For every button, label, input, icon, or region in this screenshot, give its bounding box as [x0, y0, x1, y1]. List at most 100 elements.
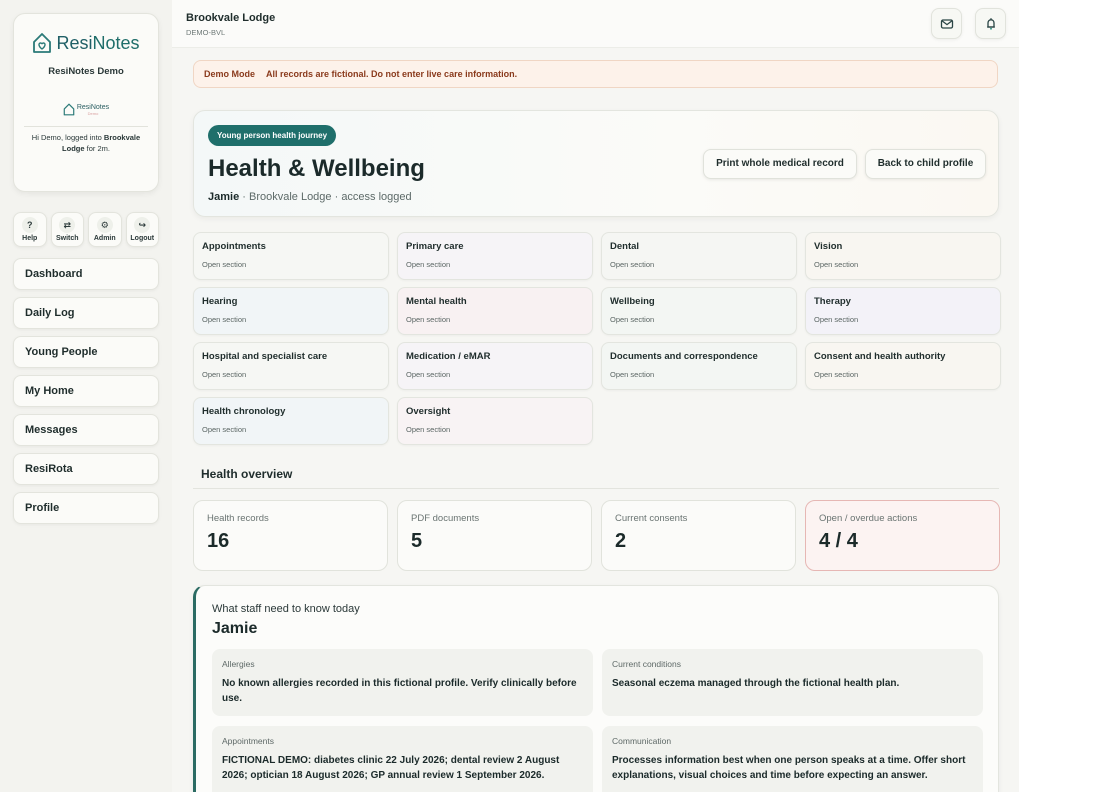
- house-heart-icon: [33, 33, 52, 53]
- help-label: Help: [22, 235, 38, 242]
- nav-item-young-people[interactable]: Young People: [13, 336, 159, 368]
- section-open-link: Open section: [202, 370, 247, 379]
- section-card-chronology[interactable]: Health chronology Open section: [193, 397, 389, 445]
- section-card-documents[interactable]: Documents and correspondence Open section: [601, 342, 797, 390]
- nav-item-my-home[interactable]: My Home: [13, 375, 159, 407]
- section-open-link: Open section: [406, 260, 451, 269]
- switch-button[interactable]: ⇄ Switch: [50, 212, 84, 247]
- section-open-link: Open section: [406, 425, 451, 434]
- page-title: Health & Wellbeing: [208, 155, 425, 182]
- house-heart-icon: [63, 103, 75, 116]
- info-value: FICTIONAL DEMO: diabetes clinic 22 July …: [222, 755, 560, 781]
- section-grid: Appointments Open section Primary care Ope…: [193, 232, 1001, 445]
- section-title: Mental health: [406, 296, 467, 307]
- logout-label: Logout: [130, 235, 155, 242]
- top-bar: Brookvale Lodge DEMO-BVL: [172, 0, 1019, 48]
- divider: [24, 126, 148, 127]
- mini-brand-text: ResiNotes Demo: [77, 104, 109, 116]
- org-name: ResiNotes Demo: [48, 66, 124, 77]
- mini-brand-name: ResiNotes: [76, 103, 110, 111]
- person-name: Jamie: [212, 620, 258, 637]
- bell-icon: [986, 17, 995, 30]
- section-card-oversight[interactable]: Oversight Open section: [397, 397, 593, 445]
- section-title: Appointments: [202, 241, 266, 252]
- info-label: Communication: [612, 736, 672, 746]
- section-card-primary-care[interactable]: Primary care Open section: [397, 232, 593, 280]
- back-to-child-profile-button[interactable]: Back to child profile: [865, 149, 986, 179]
- stat-label: PDF documents: [411, 513, 480, 524]
- nav-item-daily-log[interactable]: Daily Log: [13, 297, 159, 329]
- section-card-hospital[interactable]: Hospital and specialist care Open section: [193, 342, 389, 390]
- panel-label: What staff need to know today: [212, 603, 360, 615]
- nav-item-dashboard[interactable]: Dashboard: [13, 258, 159, 290]
- section-title: Primary care: [406, 241, 464, 252]
- section-title: Health chronology: [202, 406, 286, 417]
- info-cell-appointments: Appointments FICTIONAL DEMO: diabetes cli…: [212, 726, 593, 792]
- section-title: Documents and correspondence: [610, 351, 758, 362]
- info-cell-communication: Communication Processes information best …: [602, 726, 983, 792]
- section-title: Oversight: [406, 406, 451, 417]
- stat-card-health-records[interactable]: Health records 16: [193, 500, 388, 571]
- section-card-mental-health[interactable]: Mental health Open section: [397, 287, 593, 335]
- stat-card-open-overdue-actions[interactable]: Open / overdue actions 4 / 4: [805, 500, 1000, 571]
- overview-stats: Health records 16 PDF documents 5 Current …: [193, 500, 1000, 571]
- login-prefix: Hi Demo, logged into: [31, 133, 104, 142]
- logout-icon: ↪: [134, 217, 151, 233]
- stat-label: Health records: [207, 513, 269, 524]
- staff-need-to-know-panel: What staff need to know today Jamie Alle…: [193, 585, 999, 792]
- section-title: Hospital and specialist care: [202, 351, 328, 362]
- section-title: Therapy: [814, 296, 851, 307]
- demo-mode-label: Demo Mode: [204, 69, 256, 79]
- stat-value: 2: [615, 530, 627, 552]
- info-label: Allergies: [222, 659, 255, 669]
- help-button[interactable]: ? Help: [13, 212, 47, 247]
- section-title: Consent and health authority: [814, 351, 946, 362]
- stat-value: 16: [207, 530, 230, 552]
- messages-button[interactable]: [931, 8, 962, 39]
- section-open-link: Open section: [814, 260, 859, 269]
- section-card-hearing[interactable]: Hearing Open section: [193, 287, 389, 335]
- stat-card-current-consents[interactable]: Current consents 2: [601, 500, 796, 571]
- switch-icon: ⇄: [59, 217, 76, 233]
- stat-label: Open / overdue actions: [819, 513, 918, 524]
- stat-card-pdf-documents[interactable]: PDF documents 5: [397, 500, 592, 571]
- section-open-link: Open section: [610, 315, 655, 324]
- person-name: Jamie: [208, 191, 240, 203]
- section-title: Wellbeing: [610, 296, 655, 307]
- logout-button[interactable]: ↪ Logout: [125, 212, 159, 247]
- section-title: Hearing: [202, 296, 238, 307]
- section-card-consent[interactable]: Consent and health authority Open section: [805, 342, 1001, 390]
- notifications-button[interactable]: [975, 8, 1006, 39]
- section-open-link: Open section: [406, 315, 451, 324]
- nav-item-messages[interactable]: Messages: [13, 414, 159, 446]
- quick-actions: ? Help ⇄ Switch ⚙ Admin ↪ Logout: [13, 212, 159, 247]
- section-card-dental[interactable]: Dental Open section: [601, 232, 797, 280]
- brand-card: ResiNotes ResiNotes Demo ResiNotes Demo H…: [13, 13, 159, 192]
- section-card-wellbeing[interactable]: Wellbeing Open section: [601, 287, 797, 335]
- main-nav: Dashboard Daily Log Young People My Home…: [13, 258, 159, 531]
- section-open-link: Open section: [610, 370, 655, 379]
- section-open-link: Open section: [202, 425, 247, 434]
- print-medical-record-button[interactable]: Print whole medical record: [703, 149, 857, 179]
- health-hero: Young person health journey Health & Wel…: [193, 110, 999, 217]
- brand-logo[interactable]: ResiNotes: [14, 32, 158, 54]
- section-card-medication[interactable]: Medication / eMAR Open section: [397, 342, 593, 390]
- nav-item-resirota[interactable]: ResiRota: [13, 453, 159, 485]
- admin-button[interactable]: ⚙ Admin: [88, 212, 122, 247]
- help-icon: ?: [21, 217, 38, 233]
- section-card-appointments[interactable]: Appointments Open section: [193, 232, 389, 280]
- section-card-vision[interactable]: Vision Open section: [805, 232, 1001, 280]
- demo-mode-text: All records are fictional. Do not enter …: [266, 69, 518, 79]
- mini-logo: ResiNotes Demo: [14, 103, 158, 116]
- nav-item-profile[interactable]: Profile: [13, 492, 159, 524]
- stat-label: Current consents: [615, 513, 688, 524]
- login-status: Hi Demo, logged into Brookvale Lodge for…: [14, 133, 158, 154]
- brand-name-part2: Notes: [92, 32, 140, 53]
- section-open-link: Open section: [610, 260, 655, 269]
- section-card-therapy[interactable]: Therapy Open section: [805, 287, 1001, 335]
- hero-subtitle: Jamie · Brookvale Lodge · access logged: [208, 191, 412, 203]
- brand-name: ResiNotes: [56, 33, 139, 54]
- section-title: Vision: [814, 241, 843, 252]
- main-content: Demo Mode All records are fictional. Do n…: [172, 48, 1019, 792]
- brand-name-part1: Resi: [56, 32, 93, 53]
